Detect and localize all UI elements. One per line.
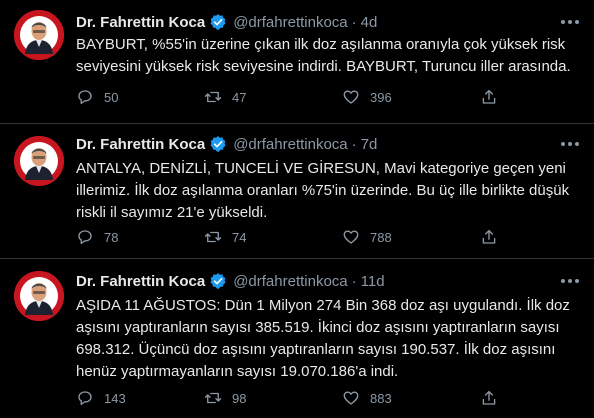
like-button[interactable]: 883 <box>342 388 392 408</box>
tweet-text-line: riskli il sayımız 21'e yükseldi. <box>76 204 268 221</box>
like-button[interactable]: 396 <box>342 87 392 107</box>
tweet-time[interactable]: 4d <box>361 14 378 31</box>
avatar-portrait-icon <box>14 136 64 186</box>
tweet-text-line: BAYBURT, %55'in üzerine çıkan ilk doz aş… <box>76 36 566 53</box>
more-options-button[interactable] <box>558 272 582 290</box>
tweet-text-line: aşısını yaptıranların sayısı 385.519. İk… <box>76 319 560 336</box>
tweet-text-line: seviyesini yüksek risk seviyesine indird… <box>76 58 571 75</box>
separator-dot: · <box>351 135 357 153</box>
retweet-button[interactable]: 47 <box>204 87 246 107</box>
tweet-actions: 50 47 396 <box>76 87 516 107</box>
reply-icon <box>78 90 92 105</box>
tweet-card[interactable]: Dr. Fahrettin Koca @drfahrettinkoca · 11… <box>0 260 594 418</box>
reply-icon <box>78 230 92 245</box>
tweet-actions: 78 74 788 <box>76 227 516 247</box>
more-options-button[interactable] <box>558 13 582 31</box>
tweet-text-line: illerimiz. İlk doz aşılanma oranları %75… <box>76 182 570 199</box>
retweet-count: 98 <box>232 390 247 406</box>
share-icon <box>482 229 496 244</box>
retweet-icon <box>204 392 222 404</box>
author-handle[interactable]: @drfahrettinkoca <box>233 14 347 31</box>
retweet-icon <box>204 231 222 243</box>
avatar[interactable] <box>14 10 64 60</box>
reply-button[interactable]: 50 <box>76 87 118 107</box>
separator-dot: · <box>351 272 357 290</box>
tweet-feed: Dr. Fahrettin Koca @drfahrettinkoca · 4d… <box>0 0 594 418</box>
author-name[interactable]: Dr. Fahrettin Koca <box>76 14 205 31</box>
author-name[interactable]: Dr. Fahrettin Koca <box>76 273 205 290</box>
tweet-text-line: ANTALYA, DENİZLİ, TUNCELİ VE GİRESUN, Ma… <box>76 160 566 177</box>
heart-icon <box>343 90 359 104</box>
avatar-portrait-icon <box>14 271 64 321</box>
heart-icon <box>343 391 359 405</box>
reply-button[interactable]: 78 <box>76 227 118 247</box>
share-button[interactable] <box>480 388 498 408</box>
retweet-count: 47 <box>232 89 247 105</box>
heart-icon <box>343 230 359 244</box>
tweet-header: Dr. Fahrettin Koca @drfahrettinkoca · 11… <box>76 271 385 291</box>
author-handle[interactable]: @drfahrettinkoca <box>233 273 347 290</box>
retweet-icon <box>204 91 222 103</box>
reply-count: 143 <box>104 390 126 406</box>
like-count: 396 <box>370 89 392 105</box>
tweet-text: ANTALYA, DENİZLİ, TUNCELİ VE GİRESUN, Ma… <box>76 158 584 224</box>
verified-badge-icon <box>210 273 226 289</box>
tweet-actions: 143 98 883 <box>76 388 516 408</box>
separator-dot: · <box>351 13 357 31</box>
tweet-header: Dr. Fahrettin Koca @drfahrettinkoca · 7d <box>76 134 377 154</box>
like-count: 788 <box>370 229 392 245</box>
tweet-text: AŞIDA 11 AĞUSTOS: Dün 1 Milyon 274 Bin 3… <box>76 295 584 383</box>
like-button[interactable]: 788 <box>342 227 392 247</box>
tweet-card[interactable]: Dr. Fahrettin Koca @drfahrettinkoca · 7d… <box>0 125 594 259</box>
tweet-text-line: henüz yaptırmayanların sayısı 19.070.186… <box>76 363 399 380</box>
retweet-count: 74 <box>232 229 247 245</box>
share-button[interactable] <box>480 227 498 247</box>
author-handle[interactable]: @drfahrettinkoca <box>233 136 347 153</box>
tweet-text-line: 698.312. Üçüncü doz aşısını yaptıranları… <box>76 341 556 358</box>
avatar[interactable] <box>14 271 64 321</box>
share-icon <box>482 390 496 405</box>
more-dots-icon <box>561 142 579 146</box>
author-name[interactable]: Dr. Fahrettin Koca <box>76 136 205 153</box>
tweet-text-line: AŞIDA 11 AĞUSTOS: Dün 1 Milyon 274 Bin 3… <box>76 297 570 314</box>
retweet-button[interactable]: 98 <box>204 388 246 408</box>
tweet-time[interactable]: 11d <box>361 273 385 290</box>
more-dots-icon <box>561 279 579 283</box>
verified-badge-icon <box>210 14 226 30</box>
avatar-portrait-icon <box>14 10 64 60</box>
tweet-time[interactable]: 7d <box>361 136 378 153</box>
verified-badge-icon <box>210 136 226 152</box>
tweet-card[interactable]: Dr. Fahrettin Koca @drfahrettinkoca · 4d… <box>0 0 594 124</box>
more-options-button[interactable] <box>558 135 582 153</box>
share-button[interactable] <box>480 87 498 107</box>
reply-icon <box>78 391 92 406</box>
reply-count: 78 <box>104 229 119 245</box>
more-dots-icon <box>561 20 579 24</box>
retweet-button[interactable]: 74 <box>204 227 246 247</box>
reply-button[interactable]: 143 <box>76 388 126 408</box>
tweet-header: Dr. Fahrettin Koca @drfahrettinkoca · 4d <box>76 12 377 32</box>
reply-count: 50 <box>104 89 119 105</box>
like-count: 883 <box>370 390 392 406</box>
avatar[interactable] <box>14 136 64 186</box>
tweet-text: BAYBURT, %55'in üzerine çıkan ilk doz aş… <box>76 34 584 78</box>
share-icon <box>482 89 496 104</box>
